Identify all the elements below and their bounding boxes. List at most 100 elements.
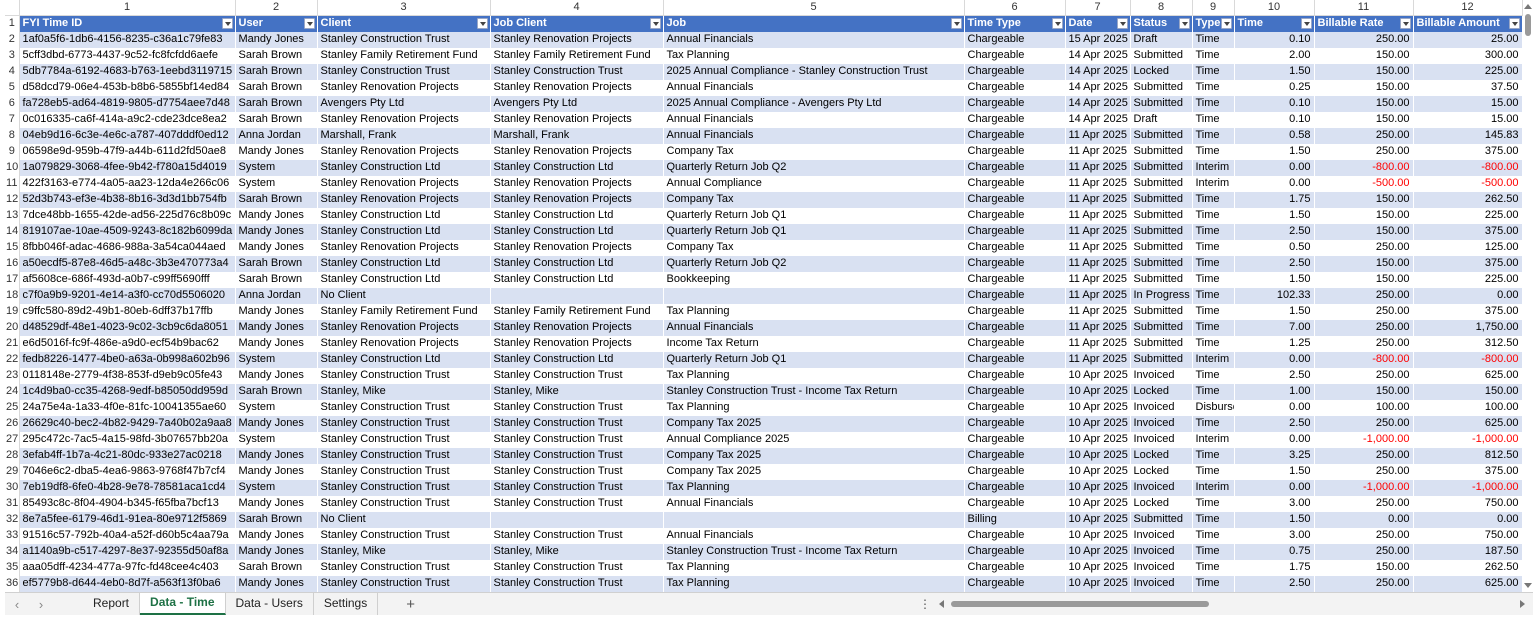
table-cell[interactable]: Stanley Renovation Projects <box>317 191 491 208</box>
table-cell[interactable]: Chargeable <box>964 127 1066 144</box>
table-cell[interactable]: Stanley Construction Trust <box>490 575 664 592</box>
table-cell[interactable]: 7eb19df8-6fe0-4b28-9e78-78581aca1cd4 <box>19 479 236 496</box>
table-cell[interactable]: Chargeable <box>964 495 1066 512</box>
table-cell[interactable]: Time <box>1192 127 1235 144</box>
table-cell[interactable]: Time <box>1192 111 1235 128</box>
row-number[interactable]: 15 <box>5 239 20 256</box>
table-cell[interactable]: 10 Apr 2025 <box>1065 399 1131 416</box>
row-number[interactable]: 18 <box>5 287 20 304</box>
table-cell[interactable]: Annual Financials <box>663 79 965 96</box>
table-cell[interactable]: Submitted <box>1130 175 1193 192</box>
table-cell[interactable]: 150.00 <box>1314 111 1414 128</box>
scroll-right-icon[interactable] <box>1520 600 1525 608</box>
table-cell[interactable]: Interim <box>1192 175 1235 192</box>
table-cell[interactable]: 11 Apr 2025 <box>1065 191 1131 208</box>
table-cell[interactable]: Annual Financials <box>663 495 965 512</box>
table-cell[interactable]: 312.50 <box>1413 335 1523 352</box>
table-cell[interactable]: No Client <box>317 287 491 304</box>
table-cell[interactable]: 1.50 <box>1234 271 1315 288</box>
row-number[interactable]: 23 <box>5 367 20 384</box>
table-cell[interactable]: Mandy Jones <box>235 335 318 352</box>
table-cell[interactable]: Stanley Construction Trust <box>317 31 491 48</box>
filter-dropdown-icon[interactable] <box>1300 18 1312 29</box>
table-cell[interactable]: Chargeable <box>964 431 1066 448</box>
table-cell[interactable]: Chargeable <box>964 575 1066 592</box>
table-cell[interactable]: 262.50 <box>1413 191 1523 208</box>
table-cell[interactable]: 2.50 <box>1234 575 1315 592</box>
table-cell[interactable]: 11 Apr 2025 <box>1065 255 1131 272</box>
table-cell[interactable]: Stanley Renovation Projects <box>317 79 491 96</box>
table-cell[interactable]: Time <box>1192 303 1235 320</box>
table-cell[interactable]: 250.00 <box>1314 463 1414 480</box>
table-cell[interactable]: Time <box>1192 383 1235 400</box>
table-cell[interactable]: Stanley Renovation Projects <box>490 31 664 48</box>
table-cell[interactable]: Submitted <box>1130 159 1193 176</box>
column-number[interactable]: 12 <box>1413 0 1523 16</box>
table-cell[interactable]: 2.50 <box>1234 415 1315 432</box>
table-cell[interactable]: Annual Financials <box>663 319 965 336</box>
table-cell[interactable]: Chargeable <box>964 383 1066 400</box>
table-cell[interactable]: Time <box>1192 223 1235 240</box>
table-cell[interactable]: Time <box>1192 319 1235 336</box>
table-cell[interactable]: Stanley Renovation Projects <box>317 111 491 128</box>
table-cell[interactable]: 150.00 <box>1314 47 1414 64</box>
row-number[interactable]: 36 <box>5 575 20 592</box>
row-number[interactable]: 17 <box>5 271 20 288</box>
table-cell[interactable]: 14 Apr 2025 <box>1065 47 1131 64</box>
data-table[interactable]: 1 2 3 4 5 6 7 8 9 10 11 12 1 FYI Time ID User Client J… <box>5 0 1523 592</box>
table-cell[interactable]: 0118148e-2779-4f38-853f-d9eb9c05fe43 <box>19 367 236 384</box>
table-cell[interactable]: 37.50 <box>1413 79 1523 96</box>
table-cell[interactable]: 150.00 <box>1413 383 1523 400</box>
table-cell[interactable]: Stanley Renovation Projects <box>317 143 491 160</box>
table-cell[interactable]: ef5779b8-d644-4eb0-8d7f-a563f13f0ba6 <box>19 575 236 592</box>
table-cell[interactable]: 150.00 <box>1314 207 1414 224</box>
table-cell[interactable]: 11 Apr 2025 <box>1065 159 1131 176</box>
vertical-scrollbar[interactable] <box>1523 0 1533 592</box>
table-cell[interactable]: Time <box>1192 335 1235 352</box>
filter-dropdown-icon[interactable] <box>1178 18 1190 29</box>
chevron-left-icon[interactable]: ‹ <box>5 597 29 612</box>
table-cell[interactable]: Submitted <box>1130 79 1193 96</box>
table-cell[interactable]: Stanley Construction Trust <box>317 399 491 416</box>
table-cell[interactable]: 10 Apr 2025 <box>1065 527 1131 544</box>
table-cell[interactable]: System <box>235 479 318 496</box>
table-cell[interactable]: 2.50 <box>1234 255 1315 272</box>
scroll-left-icon[interactable] <box>939 600 944 608</box>
table-cell[interactable] <box>663 511 965 528</box>
row-number[interactable]: 11 <box>5 175 20 192</box>
table-cell[interactable]: Time <box>1192 415 1235 432</box>
horizontal-scroll-thumb[interactable] <box>951 601 1209 607</box>
table-cell[interactable]: Income Tax Return <box>663 335 965 352</box>
table-cell[interactable]: 0.58 <box>1234 127 1315 144</box>
tab-report[interactable]: Report <box>83 593 141 615</box>
table-cell[interactable]: 150.00 <box>1314 191 1414 208</box>
table-cell[interactable]: 52d3b743-ef3e-4b38-8b16-3d3d1bb754fb <box>19 191 236 208</box>
table-cell[interactable]: Quarterly Return Job Q2 <box>663 159 965 176</box>
column-number[interactable]: 11 <box>1314 0 1414 16</box>
row-number[interactable]: 21 <box>5 335 20 352</box>
table-cell[interactable]: Annual Compliance <box>663 175 965 192</box>
table-cell[interactable]: 1c4d9ba0-cc35-4268-9edf-b85050dd959d <box>19 383 236 400</box>
table-cell[interactable]: 8e7a5fee-6179-46d1-91ea-80e9712f5869 <box>19 511 236 528</box>
table-cell[interactable]: 1.75 <box>1234 559 1315 576</box>
table-cell[interactable]: Chargeable <box>964 63 1066 80</box>
row-number[interactable]: 22 <box>5 351 20 368</box>
table-cell[interactable] <box>490 511 664 528</box>
table-cell[interactable]: Tax Planning <box>663 575 965 592</box>
table-cell[interactable]: 10 Apr 2025 <box>1065 495 1131 512</box>
table-cell[interactable]: Stanley Construction Trust <box>490 447 664 464</box>
table-cell[interactable]: Stanley Construction Ltd <box>317 159 491 176</box>
filter-dropdown-icon[interactable] <box>303 18 315 29</box>
table-cell[interactable]: 0.00 <box>1234 159 1315 176</box>
table-cell[interactable]: Stanley Construction Ltd <box>317 351 491 368</box>
table-cell[interactable]: -1,000.00 <box>1413 479 1523 496</box>
table-cell[interactable]: Invoiced <box>1130 575 1193 592</box>
table-cell[interactable]: 250.00 <box>1314 335 1414 352</box>
table-cell[interactable]: Annual Financials <box>663 527 965 544</box>
table-cell[interactable]: 2025 Annual Compliance - Avengers Pty Lt… <box>663 95 965 112</box>
table-cell[interactable]: Stanley Construction Trust <box>490 399 664 416</box>
column-number[interactable]: 3 <box>317 0 491 16</box>
table-cell[interactable]: 0.10 <box>1234 111 1315 128</box>
filter-dropdown-icon[interactable] <box>1220 18 1232 29</box>
table-cell[interactable]: Mandy Jones <box>235 143 318 160</box>
